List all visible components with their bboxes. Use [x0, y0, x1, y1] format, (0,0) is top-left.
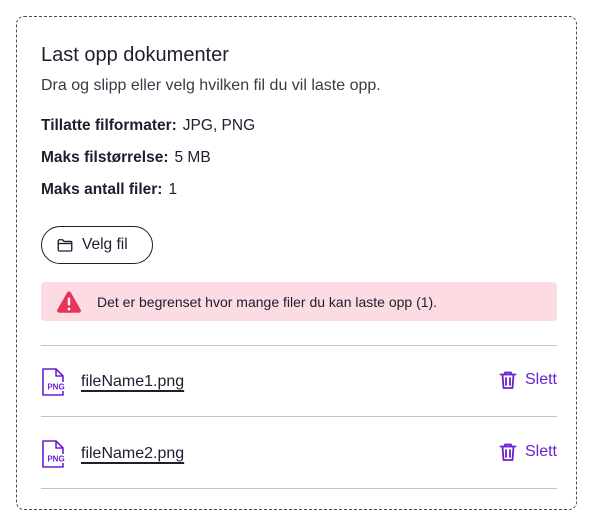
delete-file-button[interactable]: Slett [499, 370, 557, 390]
file-name-link[interactable]: fileName2.png [81, 444, 184, 464]
divider [41, 416, 557, 417]
file-list-item: PNG fileName1.png Slett [41, 362, 557, 402]
alert-message: Det er begrenset hvor mange filer du kan… [97, 293, 438, 310]
allowed-formats-info: Tillatte filformater: JPG, PNG [41, 116, 255, 136]
svg-text:PNG: PNG [47, 383, 64, 392]
delete-label: Slett [524, 371, 557, 388]
uploader-title: Last opp dokumenter [41, 44, 229, 66]
choose-file-button[interactable]: Velg fil [41, 226, 153, 264]
file-limit-alert: Det er begrenset hvor mange filer du kan… [41, 282, 557, 321]
choose-file-label: Velg fil [82, 236, 128, 253]
max-size-info: Maks filstørrelse: 5 MB [41, 148, 211, 168]
max-files-info: Maks antall filer: 1 [41, 180, 177, 200]
divider [41, 488, 557, 489]
allowed-formats-value: JPG, PNG [182, 117, 256, 134]
file-list-item: PNG fileName2.png Slett [41, 434, 557, 474]
max-files-value: 1 [168, 181, 178, 198]
trash-icon [499, 443, 517, 461]
png-file-icon: PNG [42, 440, 67, 468]
delete-label: Slett [524, 443, 557, 460]
trash-icon [499, 371, 517, 389]
allowed-formats-label: Tillatte filformater: [41, 117, 177, 134]
uploader-description: Dra og slipp eller velg hvilken fil du v… [41, 77, 381, 94]
max-size-label: Maks filstørrelse: [41, 149, 169, 166]
folder-icon [57, 239, 73, 252]
max-size-value: 5 MB [174, 149, 211, 166]
divider [41, 345, 557, 346]
file-name-link[interactable]: fileName1.png [81, 372, 184, 392]
warning-triangle-icon [57, 290, 81, 313]
svg-text:PNG: PNG [47, 455, 64, 464]
delete-file-button[interactable]: Slett [499, 442, 557, 462]
max-files-label: Maks antall filer: [41, 181, 163, 198]
file-upload-dropzone[interactable]: Last opp dokumenter Dra og slipp eller v… [16, 16, 577, 510]
png-file-icon: PNG [42, 368, 67, 396]
